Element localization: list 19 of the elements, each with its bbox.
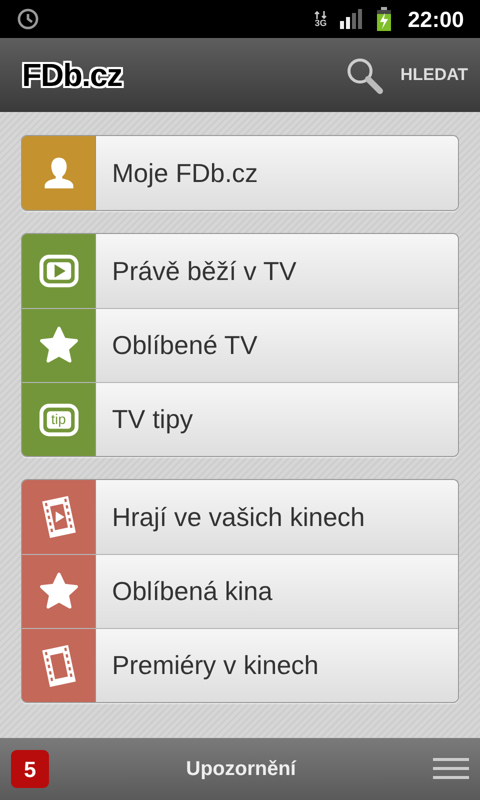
menu-item[interactable]: Oblíbené TV [22, 308, 458, 382]
menu-icon [433, 757, 469, 781]
menu-item[interactable]: Oblíbená kina [22, 554, 458, 628]
data-arrows-icon [314, 10, 328, 18]
tip-label: tip [50, 410, 67, 428]
menu-item[interactable]: Hrají ve vašich kinech [22, 480, 458, 554]
menu-item[interactable]: tip TV tipy [22, 382, 458, 456]
menu-item[interactable]: Právě běží v TV [22, 234, 458, 308]
notification-badge: 5 [11, 750, 49, 788]
app-logo: FDb.cz [22, 56, 122, 95]
battery-icon [376, 7, 392, 31]
network-type: 3G [314, 18, 327, 28]
menu-item[interactable]: Premiéry v kinech [22, 628, 458, 702]
clock-time: 22:00 [408, 6, 464, 34]
bottom-bar-title: Upozornění [186, 757, 296, 782]
menu-item[interactable]: Moje FDb.cz [22, 136, 458, 210]
signal-icon [340, 9, 364, 29]
clock-icon [16, 7, 40, 31]
search-button[interactable]: HLEDAT [344, 38, 468, 112]
